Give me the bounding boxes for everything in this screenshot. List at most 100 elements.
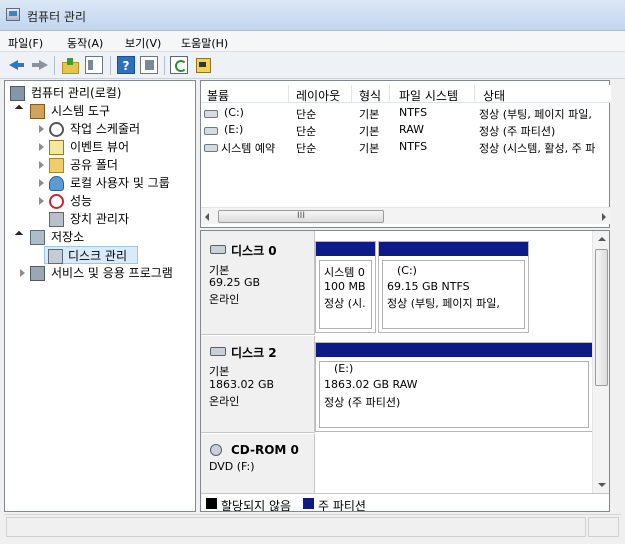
- partition-status: 정상 (부팅, 페이지 파일,: [387, 297, 500, 310]
- help-icon[interactable]: ?: [117, 56, 135, 74]
- column-header-type[interactable]: 형식: [359, 87, 381, 104]
- toolbar-separator: [110, 56, 111, 75]
- column-header-layout[interactable]: 레이아웃: [296, 87, 340, 104]
- column-divider[interactable]: [288, 85, 289, 103]
- disk-2-label[interactable]: 디스크 2 기본 1863.02 GB 온라인: [201, 336, 315, 433]
- volume-name: 시스템 예약: [221, 142, 276, 155]
- menu-help[interactable]: 도움말(H): [181, 35, 228, 51]
- volume-type: 기본: [359, 142, 380, 155]
- disk-name: 디스크 0: [231, 244, 277, 258]
- partition-system-reserved[interactable]: 시스템 0 100 MB 정상 (시.: [315, 241, 376, 333]
- unallocated-swatch: [206, 498, 217, 509]
- tree-item-label: 공유 폴더: [70, 158, 118, 172]
- tree-item-shared-folders[interactable]: 공유 폴더: [8, 156, 193, 174]
- partition-c[interactable]: (C:) 69.15 GB NTFS 정상 (부팅, 페이지 파일,: [378, 241, 529, 333]
- tree-item-label: 서비스 및 응용 프로그램: [51, 266, 173, 280]
- disk-name: CD-ROM 0: [231, 443, 299, 457]
- forward-arrow-icon[interactable]: [31, 56, 49, 74]
- tree-item-local-users[interactable]: 로컬 사용자 및 그룹: [8, 174, 193, 192]
- volume-file-system: NTFS: [399, 106, 428, 119]
- tree-item-storage[interactable]: 저장소: [8, 228, 193, 246]
- volume-status: 정상 (시스템, 활성, 주 파: [479, 142, 596, 155]
- scrollbar-thumb[interactable]: [595, 249, 608, 386]
- properties-icon[interactable]: [194, 56, 212, 74]
- collapsed-arrow-icon[interactable]: [20, 269, 25, 277]
- scroll-up-arrow-icon[interactable]: [598, 237, 606, 241]
- volume-row[interactable]: 시스템 예약 단순 기본 NTFS 정상 (시스템, 활성, 주 파: [201, 139, 611, 156]
- volume-layout: 단순: [296, 125, 317, 138]
- scrollbar-thumb[interactable]: III: [218, 210, 384, 223]
- volume-type: 기본: [359, 125, 380, 138]
- menu-bar: 파일(F) 동작(A) 보기(V) 도움말(H): [0, 31, 625, 52]
- column-header-status[interactable]: 상태: [483, 87, 505, 104]
- partition-label: (E:): [334, 362, 354, 375]
- scroll-right-arrow-icon[interactable]: [602, 213, 606, 221]
- tree-item-event-viewer[interactable]: 이벤트 뷰어: [8, 138, 193, 156]
- scroll-down-arrow-icon[interactable]: [598, 483, 606, 487]
- tree-item-system-tools[interactable]: 시스템 도구: [8, 102, 193, 120]
- expanded-arrow-icon[interactable]: [14, 104, 24, 114]
- drive-icon: [204, 110, 218, 118]
- refresh-icon[interactable]: [170, 56, 188, 74]
- tree-item-label: 컴퓨터 관리(로컬): [31, 86, 122, 100]
- volume-horizontal-scrollbar[interactable]: III: [201, 207, 611, 224]
- menu-file[interactable]: 파일(F): [8, 35, 43, 51]
- tools-icon: [30, 104, 45, 119]
- collapsed-arrow-icon[interactable]: [39, 161, 44, 169]
- column-divider[interactable]: [389, 85, 390, 103]
- clock-icon: [49, 122, 64, 137]
- disk-graph-view: 디스크 0 기본 69.25 GB 온라인 시스템 0 100 MB 정상 (시…: [200, 230, 610, 512]
- back-arrow-icon[interactable]: [8, 56, 26, 74]
- expanded-arrow-icon[interactable]: [14, 230, 24, 240]
- tree-item-device-manager[interactable]: 장치 관리자: [8, 210, 193, 228]
- volume-row[interactable]: (E:) 단순 기본 RAW 정상 (주 파티션): [201, 122, 611, 139]
- volume-row[interactable]: (C:) 단순 기본 NTFS 정상 (부팅, 페이지 파일,: [201, 105, 611, 122]
- partition-e[interactable]: (E:) 1863.02 GB RAW 정상 (주 파티션): [315, 342, 593, 432]
- tree-item-label: 시스템 도구: [51, 104, 111, 118]
- column-divider[interactable]: [351, 85, 352, 103]
- collapsed-arrow-icon[interactable]: [39, 143, 44, 151]
- volume-type: 기본: [359, 108, 380, 121]
- up-folder-icon[interactable]: [61, 56, 79, 74]
- disk-icon: [210, 245, 226, 254]
- cd-drive-icon: [210, 444, 222, 456]
- partition-size: 1863.02 GB RAW: [324, 378, 418, 391]
- collapsed-arrow-icon[interactable]: [39, 125, 44, 133]
- show-hide-tree-icon[interactable]: [85, 56, 103, 74]
- tree-item-disk-management[interactable]: 디스크 관리: [44, 246, 138, 264]
- column-header-file-system[interactable]: 파일 시스템: [399, 87, 458, 104]
- performance-icon: [49, 194, 64, 209]
- tree-item-root[interactable]: 컴퓨터 관리(로컬): [8, 84, 193, 102]
- column-divider[interactable]: [474, 85, 475, 103]
- disk-kind: DVD (F:): [209, 460, 255, 473]
- legend-unallocated-label: 할당되지 않음: [221, 499, 292, 512]
- tree-item-label: 이벤트 뷰어: [70, 140, 130, 154]
- menu-action[interactable]: 동작(A): [67, 35, 103, 51]
- tree-item-services[interactable]: 서비스 및 응용 프로그램: [8, 264, 193, 282]
- partition-status: 정상 (시.: [324, 297, 366, 310]
- column-header-volume[interactable]: 볼륨: [207, 87, 229, 104]
- cdrom-0-label[interactable]: CD-ROM 0 DVD (F:): [201, 434, 315, 493]
- primary-partition-swatch: [303, 498, 314, 509]
- services-icon: [30, 266, 45, 281]
- menu-view[interactable]: 보기(V): [125, 35, 161, 51]
- partition-size: 69.15 GB NTFS: [387, 280, 470, 293]
- toolbar: ?: [0, 52, 625, 79]
- tree-item-task-scheduler[interactable]: 작업 스케줄러: [8, 120, 193, 138]
- show-action-pane-icon[interactable]: [140, 56, 158, 74]
- disk-0-label[interactable]: 디스크 0 기본 69.25 GB 온라인: [201, 231, 315, 335]
- event-viewer-icon: [49, 140, 64, 155]
- disk-vertical-scrollbar[interactable]: [592, 231, 609, 493]
- collapsed-arrow-icon[interactable]: [39, 179, 44, 187]
- disk-name: 디스크 2: [231, 346, 277, 360]
- scroll-left-arrow-icon[interactable]: [205, 213, 209, 221]
- primary-partition-bar: [316, 242, 375, 256]
- collapsed-arrow-icon[interactable]: [39, 197, 44, 205]
- tree-item-performance[interactable]: 성능: [8, 192, 193, 210]
- storage-icon: [30, 230, 45, 245]
- disk-size: 69.25 GB: [209, 276, 261, 289]
- volume-file-system: NTFS: [399, 140, 428, 153]
- volume-list: 볼륨 레이아웃 형식 파일 시스템 상태 (C:) 단순 기본 NTFS 정상 …: [200, 80, 611, 228]
- disk-icon: [210, 347, 226, 356]
- tree-item-label: 장치 관리자: [70, 212, 130, 226]
